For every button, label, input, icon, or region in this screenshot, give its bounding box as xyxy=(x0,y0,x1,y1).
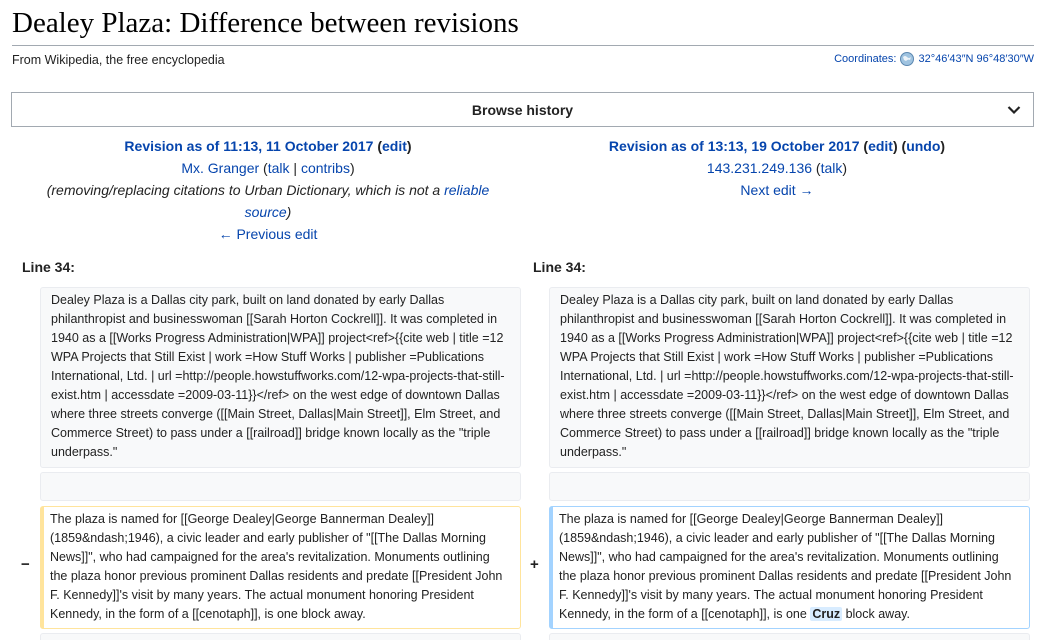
diff-empty-right xyxy=(549,472,1030,501)
next-edit-link[interactable]: Next edit → xyxy=(740,182,813,198)
diff-context-left: Dealey Plaza is a Dallas city park, buil… xyxy=(40,287,521,468)
source-link[interactable]: source xyxy=(245,204,287,220)
separator: | xyxy=(293,160,298,176)
right-talk-link[interactable]: talk xyxy=(821,160,843,176)
page-title: Dealey Plaza: Difference between revisio… xyxy=(12,4,1034,46)
diff-deleted-line: The plaza is named for [[George Dealey|G… xyxy=(40,506,521,629)
browse-history-toggle[interactable]: Browse history xyxy=(11,92,1034,127)
left-edit-link[interactable]: edit xyxy=(382,138,407,154)
deleted-marker: − xyxy=(21,556,30,573)
left-revision-link[interactable]: Revision as of 11:13, 11 October 2017 xyxy=(124,138,373,154)
line-number-left: Line 34: xyxy=(22,259,75,275)
left-revision-header: Revision as of 11:13, 11 October 2017 (e… xyxy=(28,135,508,245)
left-talk-link[interactable]: talk xyxy=(268,160,290,176)
undo-link[interactable]: undo xyxy=(906,138,940,154)
coordinates-label[interactable]: Coordinates: xyxy=(834,53,896,65)
diff-added-line: The plaza is named for [[George Dealey|G… xyxy=(549,506,1030,629)
diff-empty-left xyxy=(40,472,521,501)
edit-summary: (removing/replacing citations to Urban D… xyxy=(46,182,490,220)
right-revision-link[interactable]: Revision as of 13:13, 19 October 2017 xyxy=(609,138,860,154)
diff-next-row-left xyxy=(40,633,521,640)
added-marker: + xyxy=(530,556,539,573)
left-user-link[interactable]: Mx. Granger xyxy=(181,160,259,176)
browse-history-label: Browse history xyxy=(471,101,574,118)
previous-edit-link[interactable]: ← Previous edit xyxy=(219,226,318,242)
coordinates: Coordinates: 32°46′43″N 96°48′30″W xyxy=(834,51,1034,67)
chevron-down-icon xyxy=(1007,106,1021,115)
diff-context-right: Dealey Plaza is a Dallas city park, buil… xyxy=(549,287,1030,468)
right-revision-header: Revision as of 13:13, 19 October 2017 (e… xyxy=(608,138,946,198)
right-edit-link[interactable]: edit xyxy=(868,138,893,154)
added-word-highlight: Cruz xyxy=(810,607,843,621)
left-contribs-link[interactable]: contribs xyxy=(301,160,350,176)
diff-next-row-right xyxy=(549,633,1030,640)
tagline: From Wikipedia, the free encyclopedia xyxy=(12,53,225,67)
coordinates-value[interactable]: 32°46′43″N 96°48′30″W xyxy=(918,53,1034,65)
globe-icon[interactable] xyxy=(899,51,915,67)
line-number-right: Line 34: xyxy=(533,259,586,275)
right-ip-link[interactable]: 143.231.249.136 xyxy=(707,160,812,176)
reliable-link[interactable]: reliable xyxy=(444,182,489,198)
